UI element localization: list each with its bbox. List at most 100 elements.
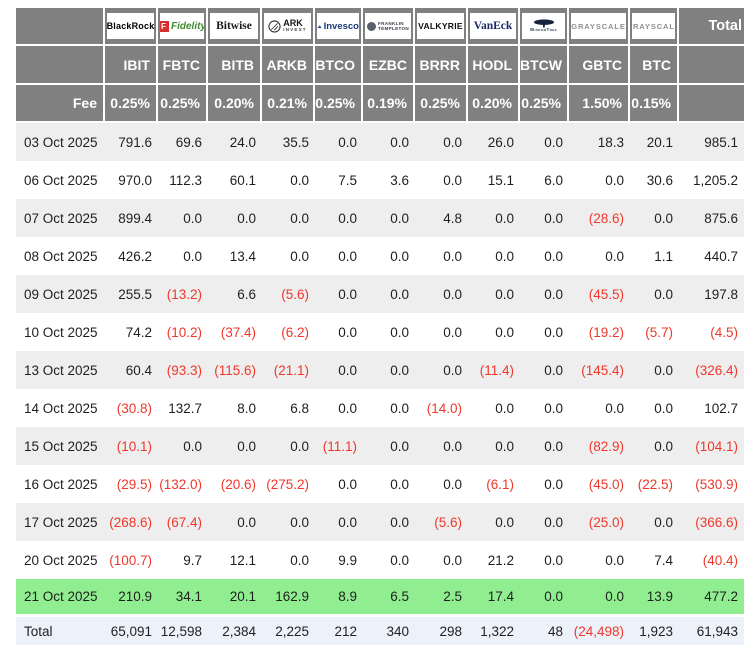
flow-value-cell: 0.0 xyxy=(363,313,415,351)
flow-value-cell: 899.4 xyxy=(105,199,158,237)
flow-value-cell: 0.0 xyxy=(630,427,679,465)
flow-value-cell: 0.0 xyxy=(415,541,468,579)
fee-ezbc: 0.19% xyxy=(363,85,415,123)
flow-value-cell: (366.6) xyxy=(679,503,744,541)
flow-value-cell: (145.4) xyxy=(569,351,630,389)
flow-row: 20 Oct 2025(100.7)9.712.10.09.90.00.021.… xyxy=(16,541,744,579)
row-date: 16 Oct 2025 xyxy=(16,465,105,503)
total-value-cell: 2,384 xyxy=(208,617,262,645)
flow-value-cell: 1.1 xyxy=(630,237,679,275)
flow-value-cell: 791.6 xyxy=(105,123,158,161)
ticker-btcw: BTCW xyxy=(520,46,569,85)
flow-value-cell: 0.0 xyxy=(520,465,569,503)
total-value-cell: 12,598 xyxy=(158,617,208,645)
ticker-btc: BTC xyxy=(630,46,679,85)
flow-value-cell: 74.2 xyxy=(105,313,158,351)
flow-value-cell: 0.0 xyxy=(468,427,520,465)
flow-value-cell: 24.0 xyxy=(208,123,262,161)
flow-value-cell: (326.4) xyxy=(679,351,744,389)
flow-value-cell: 2.5 xyxy=(415,579,468,617)
flow-value-cell: 13.9 xyxy=(630,579,679,617)
flow-value-cell: 6.8 xyxy=(262,389,315,427)
flow-value-cell: (132.0) xyxy=(158,465,208,503)
flow-value-cell: 0.0 xyxy=(363,541,415,579)
flow-value-cell: 0.0 xyxy=(158,427,208,465)
flow-value-cell: 132.7 xyxy=(158,389,208,427)
flow-value-cell: (21.1) xyxy=(262,351,315,389)
total-row-label: Total xyxy=(16,617,105,645)
flow-row: 03 Oct 2025791.669.624.035.50.00.00.026.… xyxy=(16,123,744,161)
fee-btco: 0.25% xyxy=(315,85,363,123)
flow-value-cell: (10.1) xyxy=(105,427,158,465)
table-body: 03 Oct 2025791.669.624.035.50.00.00.026.… xyxy=(16,123,744,645)
wisdomtree-wordmark: WisdomTree xyxy=(530,28,557,33)
flow-value-cell: (19.2) xyxy=(569,313,630,351)
flow-value-cell: (268.6) xyxy=(105,503,158,541)
flow-value-cell: (11.4) xyxy=(468,351,520,389)
flow-value-cell: 0.0 xyxy=(520,199,569,237)
total-value-cell: 1,322 xyxy=(468,617,520,645)
total-value-cell: 298 xyxy=(415,617,468,645)
flow-row: 16 Oct 2025(29.5)(132.0)(20.6)(275.2)0.0… xyxy=(16,465,744,503)
ticker-hodl: HODL xyxy=(468,46,520,85)
flow-value-cell: 0.0 xyxy=(520,427,569,465)
row-date: 21 Oct 2025 xyxy=(16,579,105,617)
flow-value-cell: 7.4 xyxy=(630,541,679,579)
flow-value-cell: 0.0 xyxy=(415,161,468,199)
flow-value-cell: 0.0 xyxy=(415,427,468,465)
flow-value-cell: 0.0 xyxy=(415,313,468,351)
flow-value-cell: 18.3 xyxy=(569,123,630,161)
flow-value-cell: 0.0 xyxy=(262,503,315,541)
flow-value-cell: (104.1) xyxy=(679,427,744,465)
flow-value-cell: 0.0 xyxy=(315,389,363,427)
total-column-header: Total xyxy=(679,8,744,46)
flow-value-cell: 0.0 xyxy=(262,237,315,275)
flow-value-cell: 0.0 xyxy=(262,161,315,199)
flow-value-cell: 0.0 xyxy=(208,199,262,237)
row-date: 06 Oct 2025 xyxy=(16,161,105,199)
flow-value-cell: 0.0 xyxy=(520,123,569,161)
flow-value-cell: 0.0 xyxy=(569,579,630,617)
fee-bitb: 0.20% xyxy=(208,85,262,123)
flow-value-cell: 875.6 xyxy=(679,199,744,237)
wisdomtree-logo: WisdomTree xyxy=(522,13,565,39)
row-date: 09 Oct 2025 xyxy=(16,275,105,313)
flow-value-cell: 0.0 xyxy=(569,161,630,199)
flow-value-cell: (530.9) xyxy=(679,465,744,503)
flow-value-cell: 20.1 xyxy=(630,123,679,161)
provider-logo-cell-fbtc: FFidelity xyxy=(158,8,208,46)
vaneck-logo: VanEck xyxy=(470,13,516,39)
flow-value-cell: 0.0 xyxy=(363,351,415,389)
fee-fbtc: 0.25% xyxy=(158,85,208,123)
fee-hodl: 0.20% xyxy=(468,85,520,123)
flow-value-cell: 20.1 xyxy=(208,579,262,617)
ticker-row-spacer xyxy=(16,46,105,85)
bitwise-logo: Bitwise xyxy=(210,13,258,39)
flow-value-cell: 0.0 xyxy=(208,427,262,465)
flow-value-cell: 102.7 xyxy=(679,389,744,427)
flow-value-cell: 21.2 xyxy=(468,541,520,579)
flow-value-cell: 0.0 xyxy=(520,313,569,351)
flow-value-cell: 0.0 xyxy=(415,237,468,275)
ark-invest-subtext: INVEST xyxy=(283,28,306,33)
flow-value-cell: 0.0 xyxy=(363,237,415,275)
grayscale-logo: GRAYSCALE xyxy=(632,13,675,39)
flow-value-cell: 0.0 xyxy=(468,199,520,237)
row-date: 03 Oct 2025 xyxy=(16,123,105,161)
total-value-cell: 1,923 xyxy=(630,617,679,645)
ticker-gbtc: GBTC xyxy=(569,46,630,85)
flow-value-cell: 0.0 xyxy=(569,389,630,427)
fidelity-wordmark: Fidelity xyxy=(171,21,204,32)
flow-value-cell: (10.2) xyxy=(158,313,208,351)
blackrock-wordmark: BlackRock xyxy=(107,21,154,31)
bitcoin-etf-flow-table: BlackRockFFidelityBitwiseARKINVESTInvesc… xyxy=(16,8,744,645)
flow-value-cell: 26.0 xyxy=(468,123,520,161)
fee-label: Fee xyxy=(16,85,105,123)
flow-value-cell: 0.0 xyxy=(208,503,262,541)
blackrock-logo: BlackRock xyxy=(107,13,154,39)
flow-value-cell: 0.0 xyxy=(520,579,569,617)
flow-value-cell: 426.2 xyxy=(105,237,158,275)
total-value-cell: 48 xyxy=(520,617,569,645)
flow-value-cell: 35.5 xyxy=(262,123,315,161)
ark-circle-icon xyxy=(268,20,281,33)
